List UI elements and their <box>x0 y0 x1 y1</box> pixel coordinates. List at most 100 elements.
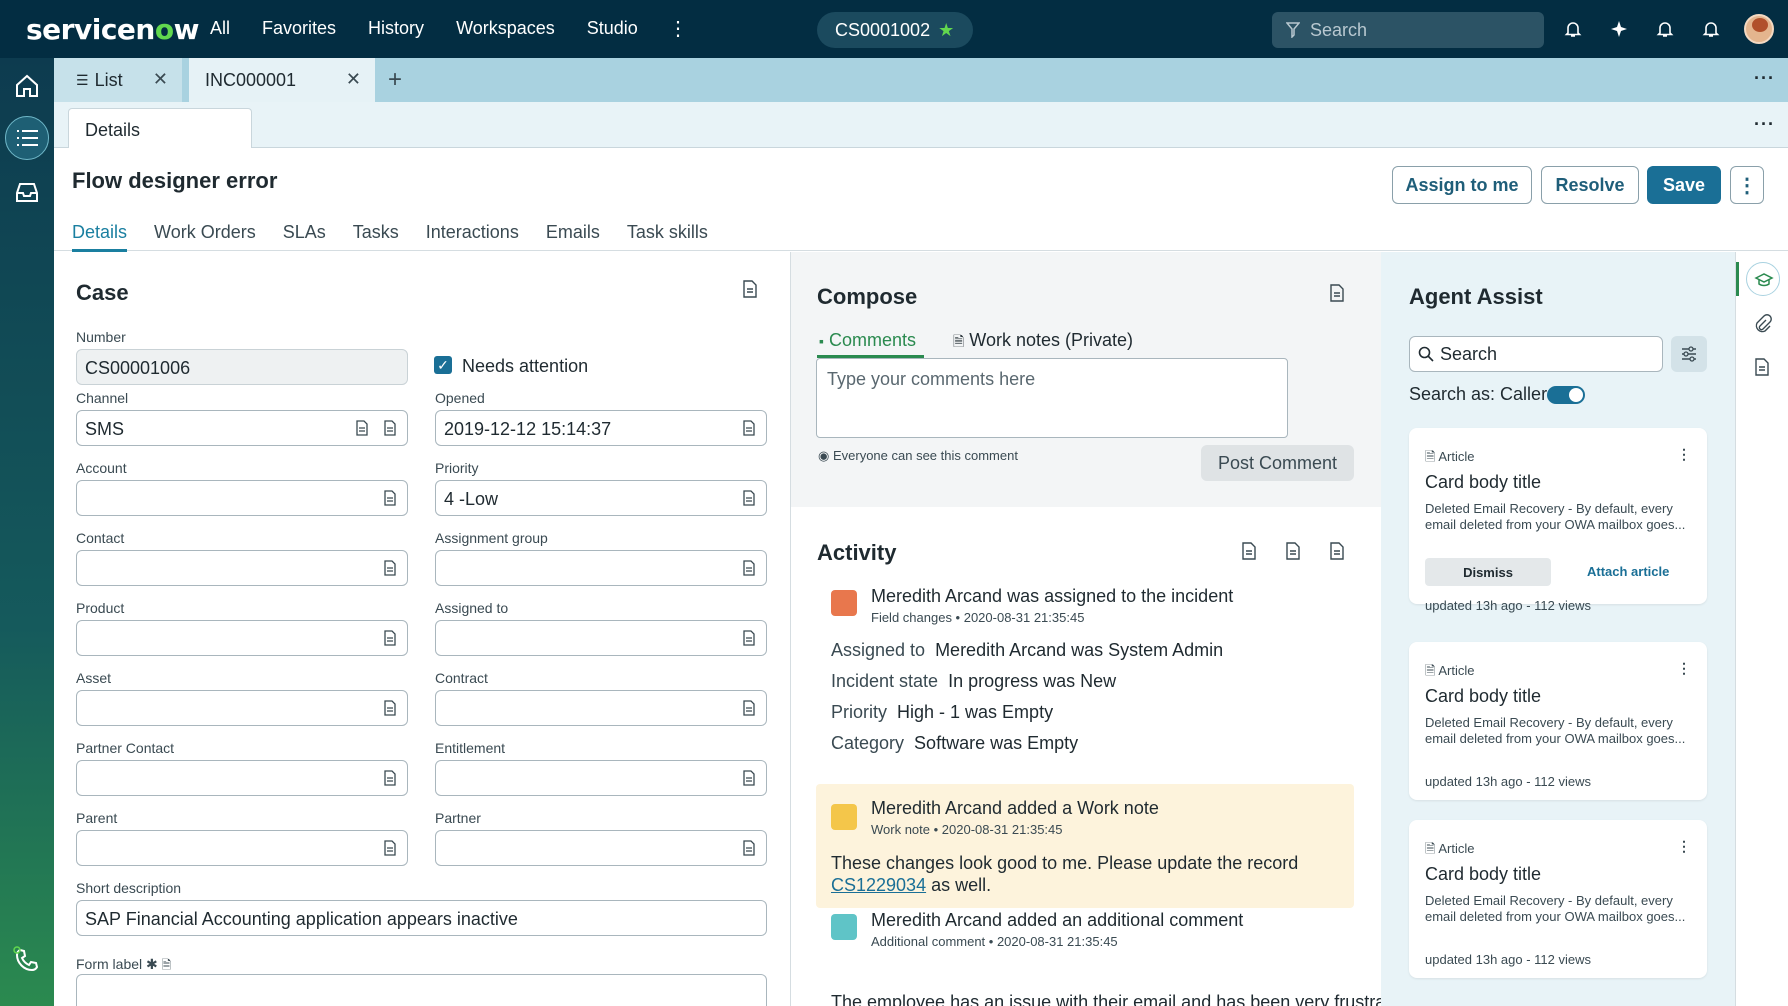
document-icon[interactable] <box>742 770 756 786</box>
card-menu-icon[interactable]: ⋮ <box>1677 446 1691 463</box>
document-icon[interactable] <box>355 420 369 436</box>
priority-field[interactable]: 4 -Low <box>435 480 767 516</box>
record-link[interactable]: CS1229034 <box>831 875 926 895</box>
document-icon[interactable] <box>383 700 397 716</box>
parent-field[interactable] <box>76 830 408 866</box>
assign-to-me-button[interactable]: Assign to me <box>1392 166 1532 204</box>
resolve-button[interactable]: Resolve <box>1541 166 1639 204</box>
document-icon[interactable] <box>1241 542 1257 560</box>
assigned-to-field[interactable] <box>435 620 767 656</box>
attach-article-button[interactable]: Attach article <box>1587 564 1669 579</box>
card-menu-icon[interactable]: ⋮ <box>1677 660 1691 677</box>
document-icon[interactable] <box>1754 358 1770 376</box>
more-tabs-icon[interactable]: ··· <box>1754 68 1775 89</box>
user-avatar[interactable] <box>1744 14 1774 44</box>
document-icon[interactable] <box>742 700 756 716</box>
comment-textarea[interactable]: Type your comments here <box>816 358 1288 438</box>
article-card[interactable]: 🗎 Article ⋮ Card body title Deleted Emai… <box>1409 428 1707 613</box>
more-actions-icon[interactable]: ⋮ <box>1730 166 1764 204</box>
inbox-icon[interactable] <box>13 178 41 206</box>
context-pill-label: CS0001002 <box>835 19 931 40</box>
nav-all[interactable]: All <box>210 18 230 39</box>
filter-settings-icon[interactable] <box>1671 336 1707 372</box>
product-field[interactable] <box>76 620 408 656</box>
bell-icon[interactable] <box>1562 18 1584 40</box>
document-icon[interactable] <box>742 560 756 576</box>
document-icon[interactable] <box>383 840 397 856</box>
short-description-field[interactable]: SAP Financial Accounting application app… <box>76 900 767 936</box>
document-icon[interactable] <box>742 630 756 646</box>
paperclip-icon[interactable] <box>1754 314 1772 334</box>
partner-contact-field[interactable] <box>76 760 408 796</box>
document-icon[interactable] <box>383 420 397 436</box>
more-nav-icon[interactable]: ⋮ <box>668 16 688 41</box>
document-icon[interactable]: 🗎 <box>162 958 172 972</box>
nav-workspaces[interactable]: Workspaces <box>456 18 555 39</box>
tab-work-notes[interactable]: 🗎 Work notes (Private) <box>953 330 1133 355</box>
star-icon[interactable]: ★ <box>938 20 954 41</box>
entitlement-field[interactable] <box>435 760 767 796</box>
account-field[interactable] <box>76 480 408 516</box>
contract-field[interactable] <box>435 690 767 726</box>
document-icon[interactable] <box>383 490 397 506</box>
document-icon[interactable] <box>1329 284 1345 302</box>
save-button[interactable]: Save <box>1647 166 1721 204</box>
document-icon[interactable] <box>1329 542 1345 560</box>
document-icon[interactable] <box>383 770 397 786</box>
tab-task-skills[interactable]: Task skills <box>627 222 708 252</box>
close-icon[interactable]: ✕ <box>153 69 168 90</box>
list-icon[interactable] <box>13 124 41 152</box>
article-card[interactable]: 🗎 Article ⋮ Card body title Deleted Emai… <box>1409 642 1707 800</box>
servicenow-logo[interactable]: servicenow <box>26 13 199 46</box>
document-icon[interactable] <box>742 280 758 298</box>
opened-field[interactable]: 2019-12-12 15:14:37 <box>435 410 767 446</box>
more-subtabs-icon[interactable]: ··· <box>1754 114 1775 135</box>
global-search[interactable]: Search <box>1272 12 1544 48</box>
card-menu-icon[interactable]: ⋮ <box>1677 838 1691 855</box>
tab-details[interactable]: Details <box>72 222 128 252</box>
visibility-note: ◉ Everyone can see this comment <box>818 448 1018 464</box>
document-icon[interactable] <box>742 420 756 436</box>
close-icon[interactable]: ✕ <box>346 69 361 90</box>
phone-icon[interactable] <box>13 946 41 974</box>
nav-favorites[interactable]: Favorites <box>262 18 336 39</box>
tab-tasks[interactable]: Tasks <box>353 222 399 252</box>
number-field[interactable]: CS00001006 <box>76 349 408 385</box>
tab-record[interactable]: INC000001 ✕ <box>189 58 375 102</box>
tab-interactions[interactable]: Interactions <box>426 222 519 252</box>
document-icon[interactable] <box>1285 542 1301 560</box>
post-comment-button[interactable]: Post Comment <box>1201 445 1354 481</box>
partner-field[interactable] <box>435 830 767 866</box>
channel-field[interactable]: SMS <box>76 410 408 446</box>
sparkle-icon[interactable] <box>1608 18 1630 40</box>
change-incident-state: Incident state In progress was New <box>831 671 1116 692</box>
needs-attention-checkbox[interactable]: ✓ <box>434 356 452 374</box>
tab-slas[interactable]: SLAs <box>283 222 326 252</box>
add-tab-icon[interactable]: + <box>388 66 402 94</box>
nav-history[interactable]: History <box>368 18 424 39</box>
tab-work-orders[interactable]: Work Orders <box>154 222 256 252</box>
tab-comments[interactable]: ▪ Comments <box>819 330 916 351</box>
tab-details[interactable]: Details <box>68 108 252 149</box>
search-as-toggle[interactable] <box>1547 386 1585 404</box>
document-icon[interactable] <box>742 490 756 506</box>
card-body: Deleted Email Recovery - By default, eve… <box>1425 893 1686 924</box>
tab-list[interactable]: ☰ List ✕ <box>54 58 182 102</box>
agent-assist-tab-icon[interactable] <box>1746 262 1780 296</box>
assignment-group-field[interactable] <box>435 550 767 586</box>
form-label-field[interactable] <box>76 974 767 1006</box>
dismiss-button[interactable]: Dismiss <box>1425 558 1551 586</box>
article-card[interactable]: 🗎 Article ⋮ Card body title Deleted Emai… <box>1409 820 1707 978</box>
notification-icon[interactable] <box>1654 18 1676 40</box>
agent-search-input[interactable]: Search <box>1409 336 1663 372</box>
context-pill[interactable]: CS0001002 ★ <box>817 12 973 48</box>
contact-field[interactable] <box>76 550 408 586</box>
nav-studio[interactable]: Studio <box>587 18 638 39</box>
tab-emails[interactable]: Emails <box>546 222 600 252</box>
home-icon[interactable] <box>13 72 41 100</box>
alert-icon[interactable] <box>1700 18 1722 40</box>
document-icon[interactable] <box>383 630 397 646</box>
document-icon[interactable] <box>742 840 756 856</box>
document-icon[interactable] <box>383 560 397 576</box>
asset-field[interactable] <box>76 690 408 726</box>
